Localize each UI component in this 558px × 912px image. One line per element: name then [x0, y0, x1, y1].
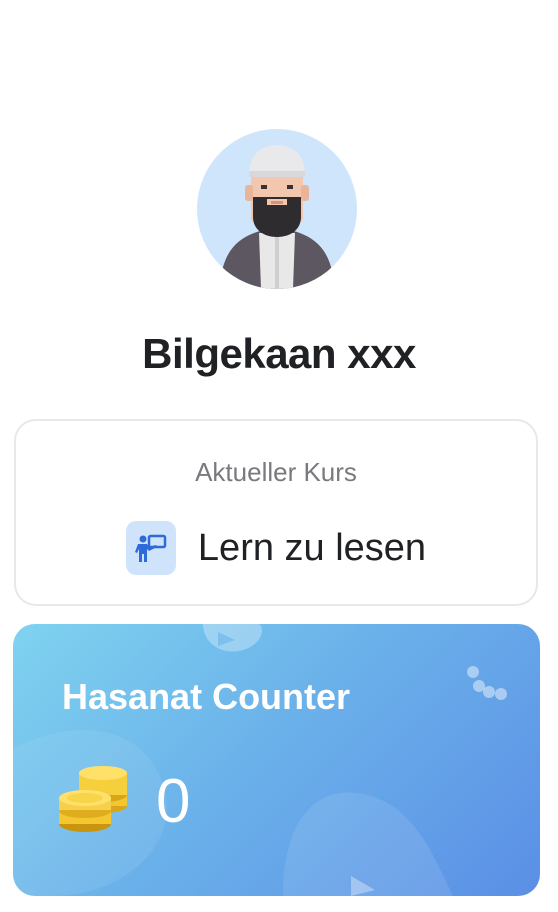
decorative-background	[13, 624, 507, 896]
hasanat-count: 0	[156, 767, 191, 836]
hasanat-counter-card[interactable]: Hasanat Counter 0	[13, 624, 540, 896]
avatar[interactable]	[197, 129, 357, 289]
hasanat-title: Hasanat Counter	[62, 676, 351, 717]
current-course-card[interactable]: Aktueller Kurs Lern zu lesen	[14, 419, 538, 606]
current-course-label: Aktueller Kurs	[195, 457, 357, 487]
course-name: Lern zu lesen	[197, 526, 427, 569]
course-row: Lern zu lesen	[16, 521, 536, 575]
coins-icon	[59, 766, 127, 832]
user-avatar-icon	[219, 145, 335, 289]
profile-page: Bilgekaan xxx Aktueller Kurs Lern zu les…	[0, 0, 558, 912]
user-name: Bilgekaan xxx	[142, 330, 416, 377]
teacher-board-icon	[125, 521, 176, 575]
